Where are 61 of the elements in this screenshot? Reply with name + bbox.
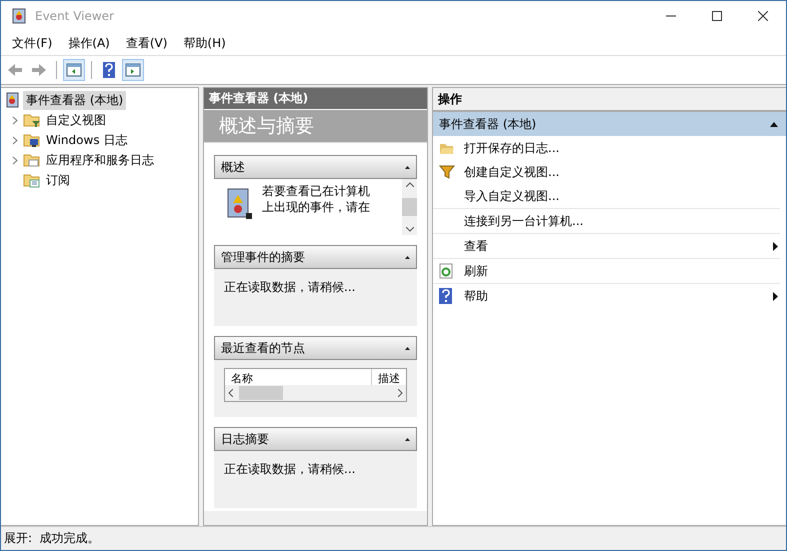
status-message: 正在读取数据，请稍候...: [224, 279, 356, 296]
action-item[interactable]: 连接到另一台计算机...: [464, 212, 778, 230]
event-log-icon: [5, 92, 21, 108]
column-header[interactable]: 名称: [225, 369, 259, 385]
back-arrow-icon: [7, 62, 23, 78]
action-item[interactable]: 创建自定义视图...: [464, 164, 778, 180]
help-icon: [439, 288, 452, 304]
action-item[interactable]: 打开保存的日志...: [464, 140, 778, 156]
group-title: 事件查看器 (本地): [439, 116, 536, 132]
refresh-icon: [439, 263, 453, 279]
scroll-left-icon[interactable]: [228, 389, 233, 397]
tree-item[interactable]: 应用程序和服务日志: [43, 150, 157, 170]
help-icon: [101, 62, 117, 78]
scroll-down-icon[interactable]: [406, 227, 414, 232]
tree-item[interactable]: 事件查看器 (本地): [23, 90, 126, 110]
scrollbar[interactable]: [225, 385, 406, 401]
app-icon: [11, 8, 27, 24]
menu-item[interactable]: 操作(A): [60, 34, 118, 52]
folder-grid-icon: [23, 172, 41, 188]
status-text: 展开: 成功完成。: [4, 530, 100, 547]
window-title: Event Viewer: [35, 9, 114, 23]
section-title: 概述: [221, 158, 245, 176]
pane-header: 操作: [433, 88, 786, 112]
overview-text: 若要查看已在计算机上出现的事件，请在: [262, 183, 371, 216]
folder-monitor-icon: [23, 132, 41, 148]
tree-item[interactable]: Windows 日志: [43, 130, 130, 150]
tree-item[interactable]: 自定义视图: [43, 110, 109, 130]
maximize-icon: [712, 11, 722, 21]
close-icon: [758, 11, 768, 21]
action-item[interactable]: 帮助: [464, 288, 773, 304]
section-header[interactable]: 概述: [214, 155, 417, 179]
scroll-right-icon[interactable]: [398, 389, 403, 397]
section-title: 最近查看的节点: [221, 340, 305, 356]
section-header[interactable]: 日志摘要: [214, 427, 417, 451]
action-item[interactable]: 刷新: [464, 262, 778, 280]
log-book-icon: [226, 187, 252, 221]
scrollbar[interactable]: [402, 179, 417, 235]
pane-header: 事件查看器 (本地): [204, 88, 427, 110]
panel-left-icon: [66, 62, 82, 78]
section-header[interactable]: 管理事件的摘要: [214, 245, 417, 269]
menu-item[interactable]: 查看(V): [118, 34, 176, 52]
section-title: 日志摘要: [221, 430, 269, 448]
scroll-up-icon[interactable]: [406, 182, 414, 187]
menu-item[interactable]: 文件(F): [4, 34, 60, 52]
folder-filter-icon: [23, 112, 41, 128]
show-tree-button[interactable]: [63, 59, 85, 81]
folder-open-icon: [439, 141, 455, 155]
tree-item[interactable]: 订阅: [43, 170, 73, 190]
show-actions-button[interactable]: [122, 59, 144, 81]
filter-icon: [439, 165, 455, 179]
action-group-header[interactable]: 事件查看器 (本地): [433, 112, 786, 136]
page-title: 概述与摘要: [204, 110, 427, 143]
menu-item[interactable]: 帮助(H): [175, 34, 234, 52]
status-message: 正在读取数据，请稍候...: [224, 461, 356, 478]
forward-arrow-icon: [31, 62, 47, 78]
action-item[interactable]: 查看: [464, 238, 773, 254]
section-header[interactable]: 最近查看的节点: [214, 336, 417, 360]
section-title: 管理事件的摘要: [221, 248, 305, 266]
folder-icon: [23, 152, 41, 168]
action-item[interactable]: 导入自定义视图...: [464, 188, 778, 204]
panel-right-icon: [125, 62, 141, 78]
